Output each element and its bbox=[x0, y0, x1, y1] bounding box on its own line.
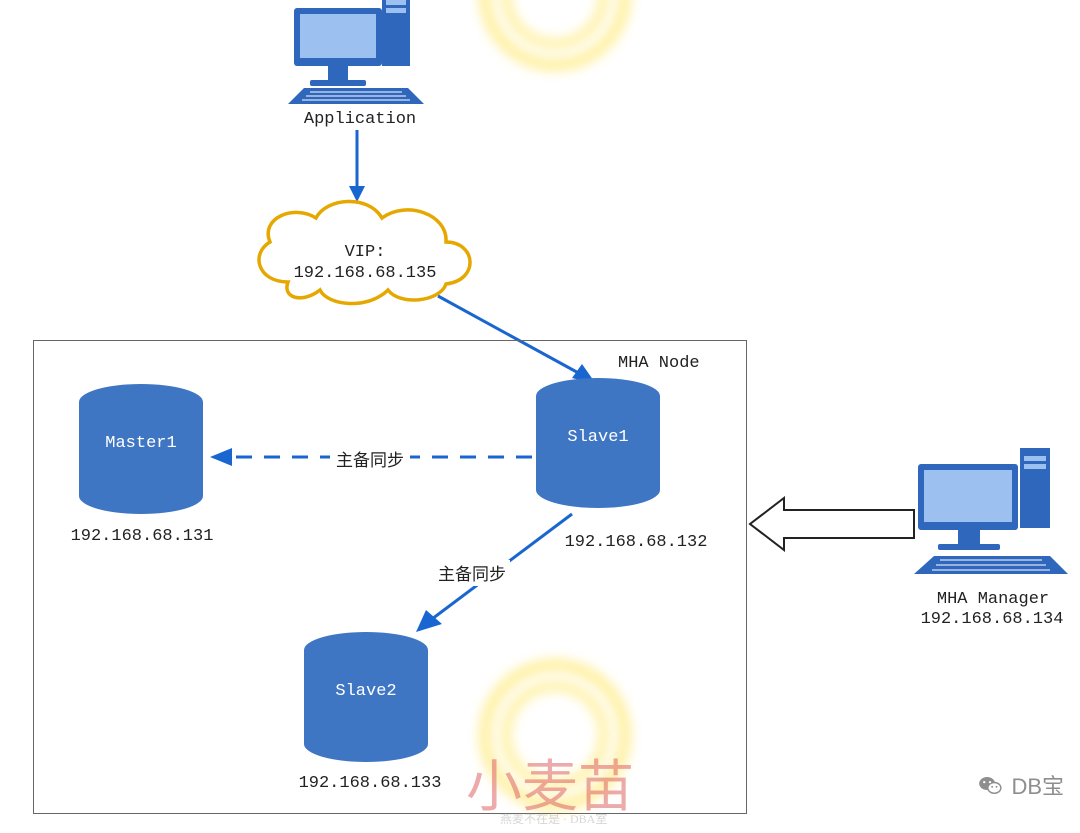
db-master1-name: Master1 bbox=[79, 434, 203, 453]
sync-label-a: 主备同步 bbox=[330, 446, 410, 472]
db-slave2: Slave2 bbox=[304, 632, 428, 762]
halo-decoration bbox=[480, 0, 630, 70]
arrow-manager-to-node bbox=[746, 496, 918, 552]
db-slave2-ip: 192.168.68.133 bbox=[290, 774, 450, 793]
db-master1-ip: 192.168.68.131 bbox=[62, 527, 222, 546]
vip-title: VIP: bbox=[300, 243, 430, 262]
wechat-icon bbox=[977, 772, 1003, 798]
db-slave1-name: Slave1 bbox=[536, 428, 660, 447]
brand-badge: DB宝 bbox=[977, 769, 1064, 801]
db-slave1: Slave1 bbox=[536, 378, 660, 508]
db-master1: Master1 bbox=[79, 384, 203, 514]
db-slave2-name: Slave2 bbox=[304, 682, 428, 701]
manager-computer-icon bbox=[912, 444, 1072, 584]
brand-text: DB宝 bbox=[1011, 769, 1064, 801]
manager-ip: 192.168.68.134 bbox=[912, 610, 1072, 629]
mha-node-label: MHA Node bbox=[618, 354, 700, 373]
vip-ip: 192.168.68.135 bbox=[290, 264, 440, 283]
watermark-sub: 燕麦不在是 · DBA室 bbox=[500, 810, 607, 827]
application-label: Application bbox=[290, 110, 430, 129]
sync-label-b: 主备同步 bbox=[434, 560, 510, 586]
computer-icon bbox=[282, 0, 432, 114]
manager-name: MHA Manager bbox=[918, 590, 1068, 609]
